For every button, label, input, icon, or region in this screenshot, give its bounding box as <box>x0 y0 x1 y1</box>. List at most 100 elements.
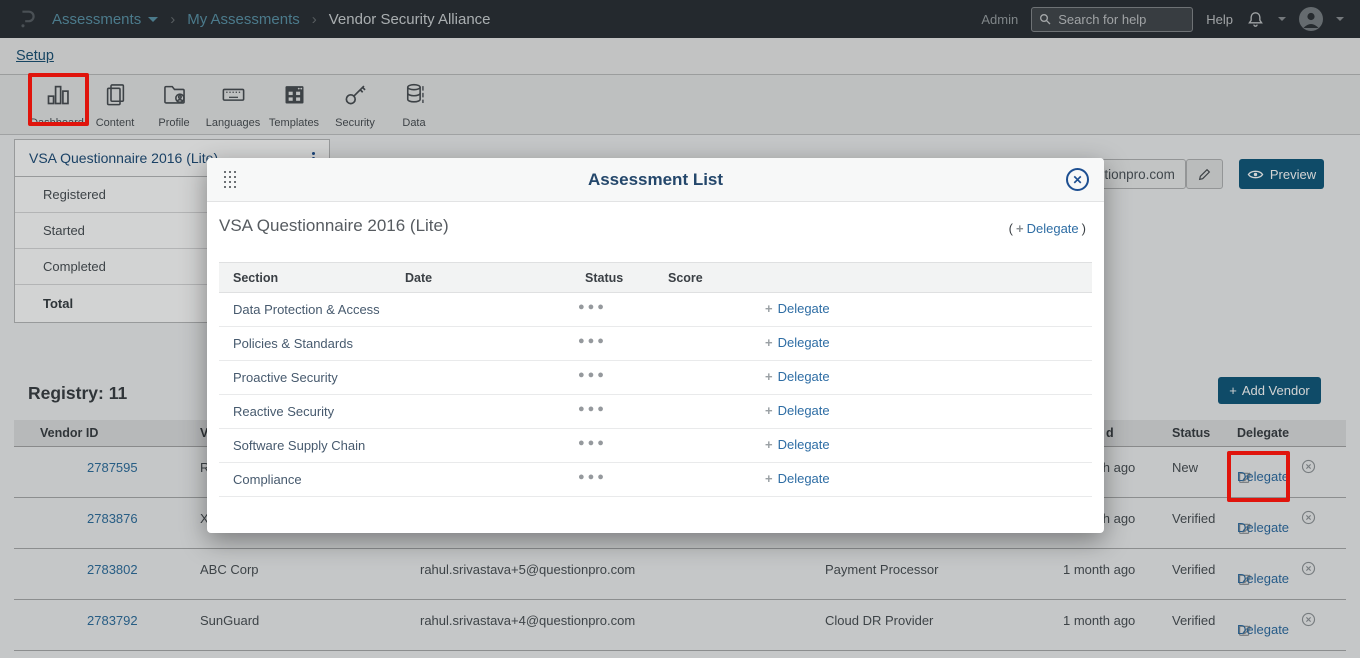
delegate-label: Delegate <box>778 370 830 383</box>
plus-icon: + <box>1016 221 1024 236</box>
plus-icon: + <box>765 472 773 485</box>
toolbar-item-languages[interactable]: Languages <box>204 81 262 129</box>
chevron-down-icon[interactable] <box>1278 17 1286 21</box>
status-dots: ●●● <box>578 472 607 483</box>
toolbar-item-content[interactable]: Content <box>86 81 144 129</box>
stats-row-label: Registered <box>43 187 106 202</box>
table-row: 2783792 SunGuard rahul.srivastava+4@ques… <box>14 600 1346 651</box>
vendor-name: SunGuard <box>200 613 259 630</box>
column-score: Score <box>668 272 703 285</box>
breadcrumb-assessments[interactable]: Assessments <box>52 11 158 28</box>
remove-vendor-icon[interactable] <box>1300 509 1317 526</box>
vendor-type: Payment Processor <box>825 562 945 579</box>
table-row: 2783802 ABC Corp rahul.srivastava+5@ques… <box>14 549 1346 600</box>
delegate-label: Delegate <box>778 438 830 451</box>
delegate-link[interactable]: Delegate <box>1237 571 1289 588</box>
remove-vendor-icon[interactable] <box>1300 560 1317 577</box>
vendor-id-link[interactable]: 2783876 <box>87 511 138 528</box>
column-delegate: Delegate <box>1237 427 1289 440</box>
stats-row-label: Total <box>43 296 73 311</box>
close-icon[interactable]: ✕ <box>1066 168 1089 191</box>
delegate-link[interactable]: + Delegate <box>765 404 830 417</box>
avatar[interactable] <box>1299 7 1323 31</box>
status-badge: Verified <box>1172 613 1215 630</box>
breadcrumb-current-page: Vendor Security Alliance <box>329 11 491 28</box>
pages-icon <box>102 81 129 108</box>
toolbar-item-label: Templates <box>269 118 319 129</box>
vendor-email: rahul.srivastava+4@questionpro.com <box>420 613 635 630</box>
delegate-link[interactable]: + Delegate <box>765 370 830 383</box>
remove-vendor-icon[interactable] <box>1300 458 1317 475</box>
modal-title: Assessment List <box>588 170 723 190</box>
delegate-label: Delegate <box>778 404 830 417</box>
toolbar-item-data[interactable]: Data <box>385 81 443 129</box>
toolbar-item-templates[interactable]: Templates <box>265 81 323 129</box>
add-vendor-button[interactable]: + Add Vendor <box>1218 377 1321 404</box>
delegate-link[interactable]: + Delegate <box>765 336 830 349</box>
search-icon <box>1037 11 1053 27</box>
section-name: Proactive Security <box>233 371 338 384</box>
drag-handle-icon[interactable] <box>224 171 237 189</box>
delegate-link[interactable]: + Delegate <box>765 472 830 485</box>
vendor-id-link[interactable]: 2783792 <box>87 613 138 630</box>
section-row: Data Protection & Access ●●● + Delegate <box>219 293 1092 327</box>
column-modified-partial: d <box>1106 427 1114 440</box>
vendor-type: Cloud DR Provider <box>825 613 945 630</box>
section-row: Compliance ●●● + Delegate <box>219 463 1092 497</box>
help-search-box <box>1031 7 1193 32</box>
delegate-all-link[interactable]: ( + Delegate ) <box>1009 221 1086 236</box>
section-name: Software Supply Chain <box>233 439 365 452</box>
column-status: Status <box>585 272 623 285</box>
vendor-modified: 1 month ago <box>1063 613 1135 630</box>
notifications-bell-icon[interactable] <box>1246 9 1265 30</box>
stats-row-label: Completed <box>43 259 106 274</box>
vendor-email: rahul.srivastava+5@questionpro.com <box>420 562 635 579</box>
search-help-input[interactable] <box>1031 7 1193 32</box>
bar-chart-icon <box>44 81 71 108</box>
delegate-link[interactable]: + Delegate <box>765 302 830 315</box>
registry-heading: Registry: 11 <box>28 383 127 404</box>
delegate-link[interactable]: Delegate <box>1237 469 1289 486</box>
delegate-link[interactable]: Delegate <box>1237 520 1289 537</box>
section-row: Policies & Standards ●●● + Delegate <box>219 327 1092 361</box>
toolbar-item-label: Languages <box>206 118 260 129</box>
add-vendor-label: Add Vendor <box>1242 383 1310 398</box>
keyboard-icon <box>220 81 247 108</box>
toolbar-item-label: Data <box>402 118 425 129</box>
toolbar-item-label: Security <box>335 118 375 129</box>
status-dots: ●●● <box>578 404 607 415</box>
vendor-id-link[interactable]: 2787595 <box>87 460 138 477</box>
vendor-id-link[interactable]: 2783802 <box>87 562 138 579</box>
help-link[interactable]: Help <box>1206 12 1233 27</box>
paren-close: ) <box>1082 221 1086 236</box>
toolbar-item-label: Dashboard <box>30 118 84 129</box>
section-name: Compliance <box>233 473 302 486</box>
setup-link[interactable]: Setup <box>16 48 54 64</box>
breadcrumb-my-assessments[interactable]: My Assessments <box>187 11 300 28</box>
delegate-link[interactable]: Delegate <box>1237 622 1289 639</box>
stats-card-title: VSA Questionnaire 2016 (Lite) <box>29 150 218 166</box>
plus-icon: + <box>765 336 773 349</box>
status-dots: ●●● <box>578 302 607 313</box>
chevron-down-icon <box>148 17 158 22</box>
preview-label: Preview <box>1270 167 1316 182</box>
column-vendor-id: Vendor ID <box>40 427 98 440</box>
key-icon <box>342 81 369 108</box>
chevron-down-icon[interactable] <box>1336 17 1344 21</box>
admin-label: Admin <box>981 12 1018 27</box>
preview-button[interactable]: Preview <box>1239 159 1324 189</box>
top-nav: Assessments › My Assessments › Vendor Se… <box>0 0 1360 38</box>
edit-url-button[interactable] <box>1186 159 1223 189</box>
plus-icon: + <box>765 302 773 315</box>
remove-vendor-icon[interactable] <box>1300 611 1317 628</box>
toolbar-item-dashboard[interactable]: Dashboard <box>28 81 86 129</box>
section-table-header: Section Date Status Score <box>219 262 1092 293</box>
section-row: Reactive Security ●●● + Delegate <box>219 395 1092 429</box>
delegate-link[interactable]: + Delegate <box>765 438 830 451</box>
modal-subheader: VSA Questionnaire 2016 (Lite) ( + Delega… <box>219 216 1086 236</box>
toolbar-item-profile[interactable]: Profile <box>145 81 203 129</box>
delegate-label: Delegate <box>778 302 830 315</box>
vendor-modified: 1 month ago <box>1063 562 1135 579</box>
paren-open: ( <box>1009 221 1013 236</box>
toolbar-item-security[interactable]: Security <box>326 81 384 129</box>
